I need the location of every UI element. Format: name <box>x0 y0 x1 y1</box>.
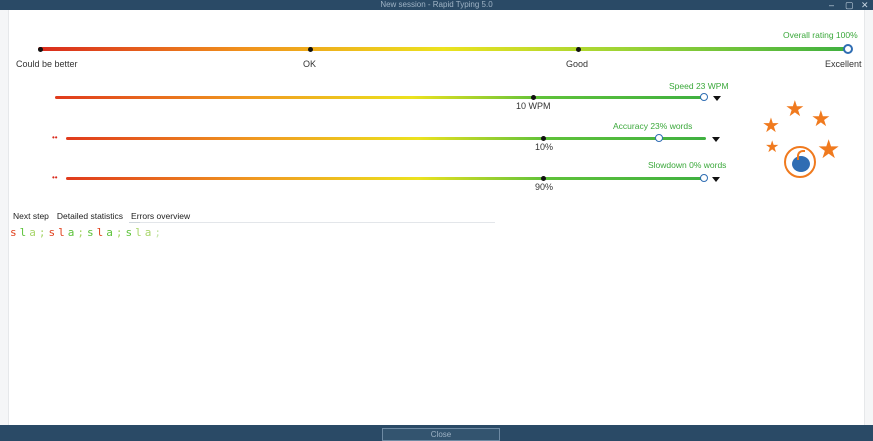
key-l-mid: l <box>135 226 145 239</box>
title-bar: New session - Rapid Typing 5.0 – ▢ ✕ <box>0 0 873 10</box>
scale-label-excellent: Excellent <box>825 59 862 69</box>
bottom-bar: Close <box>0 425 873 441</box>
accuracy-label: Accuracy 23% words <box>613 121 693 131</box>
left-frame <box>0 10 9 425</box>
speed-tick-mark <box>531 95 536 100</box>
window-title: New session - Rapid Typing 5.0 <box>380 0 493 9</box>
scale-label-could-be-better: Could be better <box>16 59 78 69</box>
key-semicolon-mid: ; <box>38 226 49 239</box>
star-icon: ★ <box>811 106 831 131</box>
key-a-ok: a <box>106 226 116 239</box>
key-s-ok: s <box>87 226 97 239</box>
close-window-icon[interactable]: ✕ <box>861 0 869 10</box>
tab-errors-overview[interactable]: Errors overview <box>129 209 193 223</box>
key-a-mid: a <box>144 226 155 239</box>
key-semicolon-mid: ; <box>115 226 126 239</box>
typist-badge-icon <box>784 146 816 178</box>
speed-bar <box>55 96 704 99</box>
maximize-icon[interactable]: ▢ <box>845 0 854 10</box>
speed-tick-label: 10 WPM <box>516 101 551 111</box>
tab-detailed-statistics[interactable]: Detailed statistics <box>55 209 125 223</box>
slowdown-knob <box>700 174 708 182</box>
accuracy-tick-mark <box>541 136 546 141</box>
key-l-err: l <box>58 226 68 239</box>
overall-rating-label: Overall rating 100% <box>783 30 858 40</box>
tab-next-step[interactable]: Next step <box>11 209 51 223</box>
errors-key-row: sla;sla;sla;sla; <box>10 226 164 239</box>
key-semicolon-faint: ; <box>154 226 164 239</box>
accuracy-knob <box>655 134 663 142</box>
slowdown-label: Slowdown 0% words <box>648 160 727 170</box>
slowdown-marker: •• <box>52 173 58 182</box>
key-a-ok: a <box>67 226 78 239</box>
accuracy-tick-label: 10% <box>535 142 554 152</box>
star-icon: ★ <box>817 134 841 164</box>
scale-mark-ok <box>308 47 313 52</box>
speed-dropdown-icon[interactable] <box>713 96 721 101</box>
accuracy-dropdown-icon[interactable] <box>712 137 720 142</box>
slowdown-tick-label: 90% <box>535 182 554 192</box>
slowdown-tick-mark <box>541 176 546 181</box>
accuracy-marker: •• <box>52 133 58 142</box>
key-s-err: s <box>10 226 20 239</box>
scale-label-ok: OK <box>303 59 317 69</box>
key-s-err: s <box>48 226 59 239</box>
minimize-icon[interactable]: – <box>829 0 834 10</box>
overall-rating-bar <box>38 47 848 51</box>
right-frame <box>864 10 873 425</box>
accuracy-bar <box>66 137 706 140</box>
tab-divider <box>140 222 495 223</box>
key-semicolon-mid: ; <box>77 226 87 239</box>
key-a-mid: a <box>29 226 39 239</box>
key-l-ok: l <box>19 226 30 239</box>
scale-label-good: Good <box>566 59 589 69</box>
slowdown-dropdown-icon[interactable] <box>712 177 720 182</box>
star-icon: ★ <box>765 139 780 156</box>
scale-mark-good <box>576 47 581 52</box>
result-tabs: Next step Detailed statistics Errors ove… <box>11 209 196 223</box>
star-icon: ★ <box>785 96 805 121</box>
overall-rating-knob <box>843 44 853 54</box>
key-s-ok: s <box>125 226 136 239</box>
star-icon: ★ <box>762 115 780 137</box>
close-button[interactable]: Close <box>382 428 500 441</box>
key-l-err: l <box>96 226 107 239</box>
speed-knob <box>700 93 708 101</box>
scale-mark-could-be-better <box>38 47 43 52</box>
slowdown-bar <box>66 177 706 180</box>
speed-label: Speed 23 WPM <box>669 81 729 91</box>
